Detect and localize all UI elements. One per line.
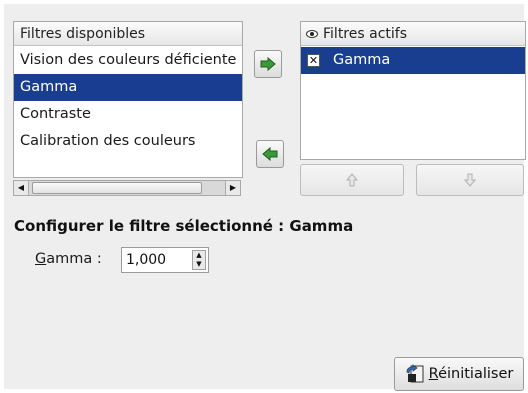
- gamma-spin-buttons[interactable]: ▲ ▼: [192, 250, 206, 270]
- eye-icon: [306, 30, 318, 38]
- remove-filter-button[interactable]: [256, 140, 284, 168]
- scroll-left-icon[interactable]: ◀: [14, 181, 29, 195]
- gamma-spinbutton[interactable]: ▲ ▼: [121, 247, 209, 273]
- list-item[interactable]: Contraste: [14, 101, 242, 128]
- arrow-up-icon: [346, 173, 358, 187]
- arrow-left-icon: [262, 147, 278, 161]
- scroll-right-icon[interactable]: ▶: [225, 181, 240, 195]
- reset-label-text: éinitialiser: [438, 366, 514, 382]
- available-filters-header[interactable]: Filtres disponibles: [14, 22, 242, 46]
- list-item[interactable]: Gamma: [14, 74, 242, 101]
- gamma-input[interactable]: [124, 250, 196, 270]
- reset-label-mnemonic: R: [428, 366, 439, 382]
- reset-icon: [406, 364, 424, 383]
- move-down-button[interactable]: [416, 164, 524, 196]
- active-filter-row[interactable]: ✕ Gamma: [301, 47, 525, 74]
- gamma-label-text: amma :: [46, 251, 102, 267]
- move-up-button[interactable]: [300, 164, 404, 196]
- add-filter-button[interactable]: [254, 50, 282, 78]
- spin-up-icon[interactable]: ▲: [193, 251, 205, 260]
- available-filters-list: Filtres disponibles Vision des couleurs …: [13, 21, 243, 178]
- spin-down-icon[interactable]: ▼: [193, 260, 205, 269]
- active-filters-header[interactable]: Filtres actifs: [301, 22, 525, 46]
- enabled-checkbox[interactable]: ✕: [307, 54, 320, 67]
- scrollbar-thumb[interactable]: [32, 182, 202, 194]
- display-filters-dialog: Filtres disponibles Vision des couleurs …: [4, 4, 526, 391]
- arrow-right-icon: [260, 57, 276, 71]
- reset-button[interactable]: Réinitialiser: [394, 357, 524, 391]
- arrow-down-icon: [464, 173, 476, 187]
- active-filters-list: Filtres actifs ✕ Gamma: [300, 21, 526, 160]
- list-item[interactable]: Vision des couleurs déficiente: [14, 47, 242, 74]
- list-item[interactable]: Calibration des couleurs: [14, 128, 242, 155]
- gamma-label-mnemonic: G: [35, 251, 47, 267]
- gamma-label: Gamma :: [35, 251, 102, 267]
- available-filters-items: Vision des couleurs déficiente Gamma Con…: [14, 47, 242, 155]
- horizontal-scrollbar[interactable]: ◀ ▶: [13, 180, 241, 196]
- active-filter-label: Gamma: [333, 52, 391, 68]
- configure-title: Configurer le filtre sélectionné : Gamma: [14, 217, 354, 235]
- active-filters-header-label: Filtres actifs: [323, 26, 407, 42]
